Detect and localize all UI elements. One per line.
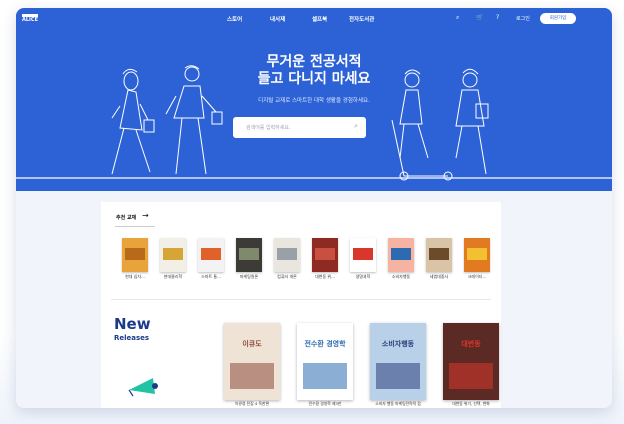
nav-e-library[interactable]: 전자도서관 [349,15,374,23]
recommended-underline [115,226,155,227]
recommended-book-cover[interactable] [388,238,414,272]
search-box[interactable]: 검색어를 입력하세요. ⌕ [233,117,366,138]
recommended-book-cover[interactable] [464,238,490,272]
help-icon[interactable]: ? [496,14,499,21]
join-button[interactable]: 회원가입 [540,13,576,24]
search-icon[interactable]: ⌕ [354,122,358,131]
recommended-book-label[interactable]: 현대물리학 [154,274,192,280]
new-release-book-title[interactable]: 아큐정 전집 4 독한편 [216,401,288,407]
hero-subtitle: 디지털 교재로 스마트한 대학 생활을 경험하세요. [258,98,370,104]
recommended-book-cover[interactable] [122,238,148,272]
recommended-book-cover[interactable] [236,238,262,272]
new-release-book-cover[interactable]: 이큐도 [224,323,280,400]
hero-banner: ALICE 스토어 내서재 셀프북 전자도서관 ⌕ 🛒 ? 로그인 회원가입 무… [16,8,612,191]
hero-title-line1: 무거운 전공서적 [266,54,362,70]
new-release-book-cover[interactable]: 전수환 경영학 [297,323,353,400]
search-icon[interactable]: ⌕ [456,14,459,22]
recommended-book-cover[interactable] [350,238,376,272]
new-release-cover-text: 이큐도 [242,340,262,348]
recommended-book-label[interactable]: 생명과학 [344,274,382,280]
login-link[interactable]: 로그인 [516,15,530,22]
search-placeholder: 검색어를 입력하세요. [246,125,291,131]
new-release-cover-text: 전수환 경영학 [304,340,346,348]
recommended-title: 추천 교재 [116,215,137,221]
arrow-right-icon[interactable]: → [142,211,149,220]
new-release-book-title[interactable]: 대변동 위기, 선택, 변화 [435,401,507,407]
recommended-book-label[interactable]: 크레이티... [458,274,496,280]
content-panel: 추천 교재 → 현대 십자... 현대물리학 스마트 통... 마케팅원론 컴퓨터 개론… [101,202,501,408]
recommended-book-label[interactable]: 세법대중사 [420,274,458,280]
page-canvas: ALICE 스토어 내서재 셀프북 전자도서관 ⌕ 🛒 ? 로그인 회원가입 무… [0,0,624,424]
recommended-book-cover[interactable] [312,238,338,272]
new-release-book-cover[interactable]: 소비자행동 [370,323,426,400]
section-divider [111,299,491,300]
brand-logo[interactable]: ALICE [22,14,38,23]
recommended-book-cover[interactable] [426,238,452,272]
new-release-cover-text: 소비자행동 [381,340,415,348]
megaphone-icon [128,378,158,397]
recommended-book-label[interactable]: 컴퓨터 개론 [268,274,306,280]
recommended-book-cover[interactable] [160,238,186,272]
new-releases-subtitle: Releases [114,334,150,342]
new-release-cover-text: 대변동 [461,340,481,348]
nav-store[interactable]: 스토어 [227,15,242,23]
new-releases-title: New [114,315,151,333]
new-release-book-title[interactable]: 소비자 행동 마케팅전략적 접 [362,401,434,407]
logo-text: ALICE [22,17,39,23]
hero-title-line2: 들고 다니지 마세요 [257,71,371,87]
top-navigation: ALICE 스토어 내서재 셀프북 전자도서관 ⌕ 🛒 ? 로그인 회원가입 [16,8,612,28]
recommended-book-label[interactable]: 소비자행동 [382,274,420,280]
recommended-book-label[interactable]: 스마트 통... [192,274,230,280]
nav-library[interactable]: 내서재 [270,15,285,23]
new-release-book-title[interactable]: 전수환 경영학 제3판 [289,401,361,407]
new-release-book-cover[interactable]: 대변동 [443,323,499,400]
cart-icon[interactable]: 🛒 [476,14,483,21]
recommended-book-cover[interactable] [198,238,224,272]
recommended-book-label[interactable]: 대변동 위... [306,274,344,280]
recommended-book-label[interactable]: 마케팅원론 [230,274,268,280]
recommended-book-label[interactable]: 현대 십자... [116,274,154,280]
browser-frame: ALICE 스토어 내서재 셀프북 전자도서관 ⌕ 🛒 ? 로그인 회원가입 무… [16,8,612,408]
nav-selfbook[interactable]: 셀프북 [312,15,327,23]
recommended-book-cover[interactable] [274,238,300,272]
